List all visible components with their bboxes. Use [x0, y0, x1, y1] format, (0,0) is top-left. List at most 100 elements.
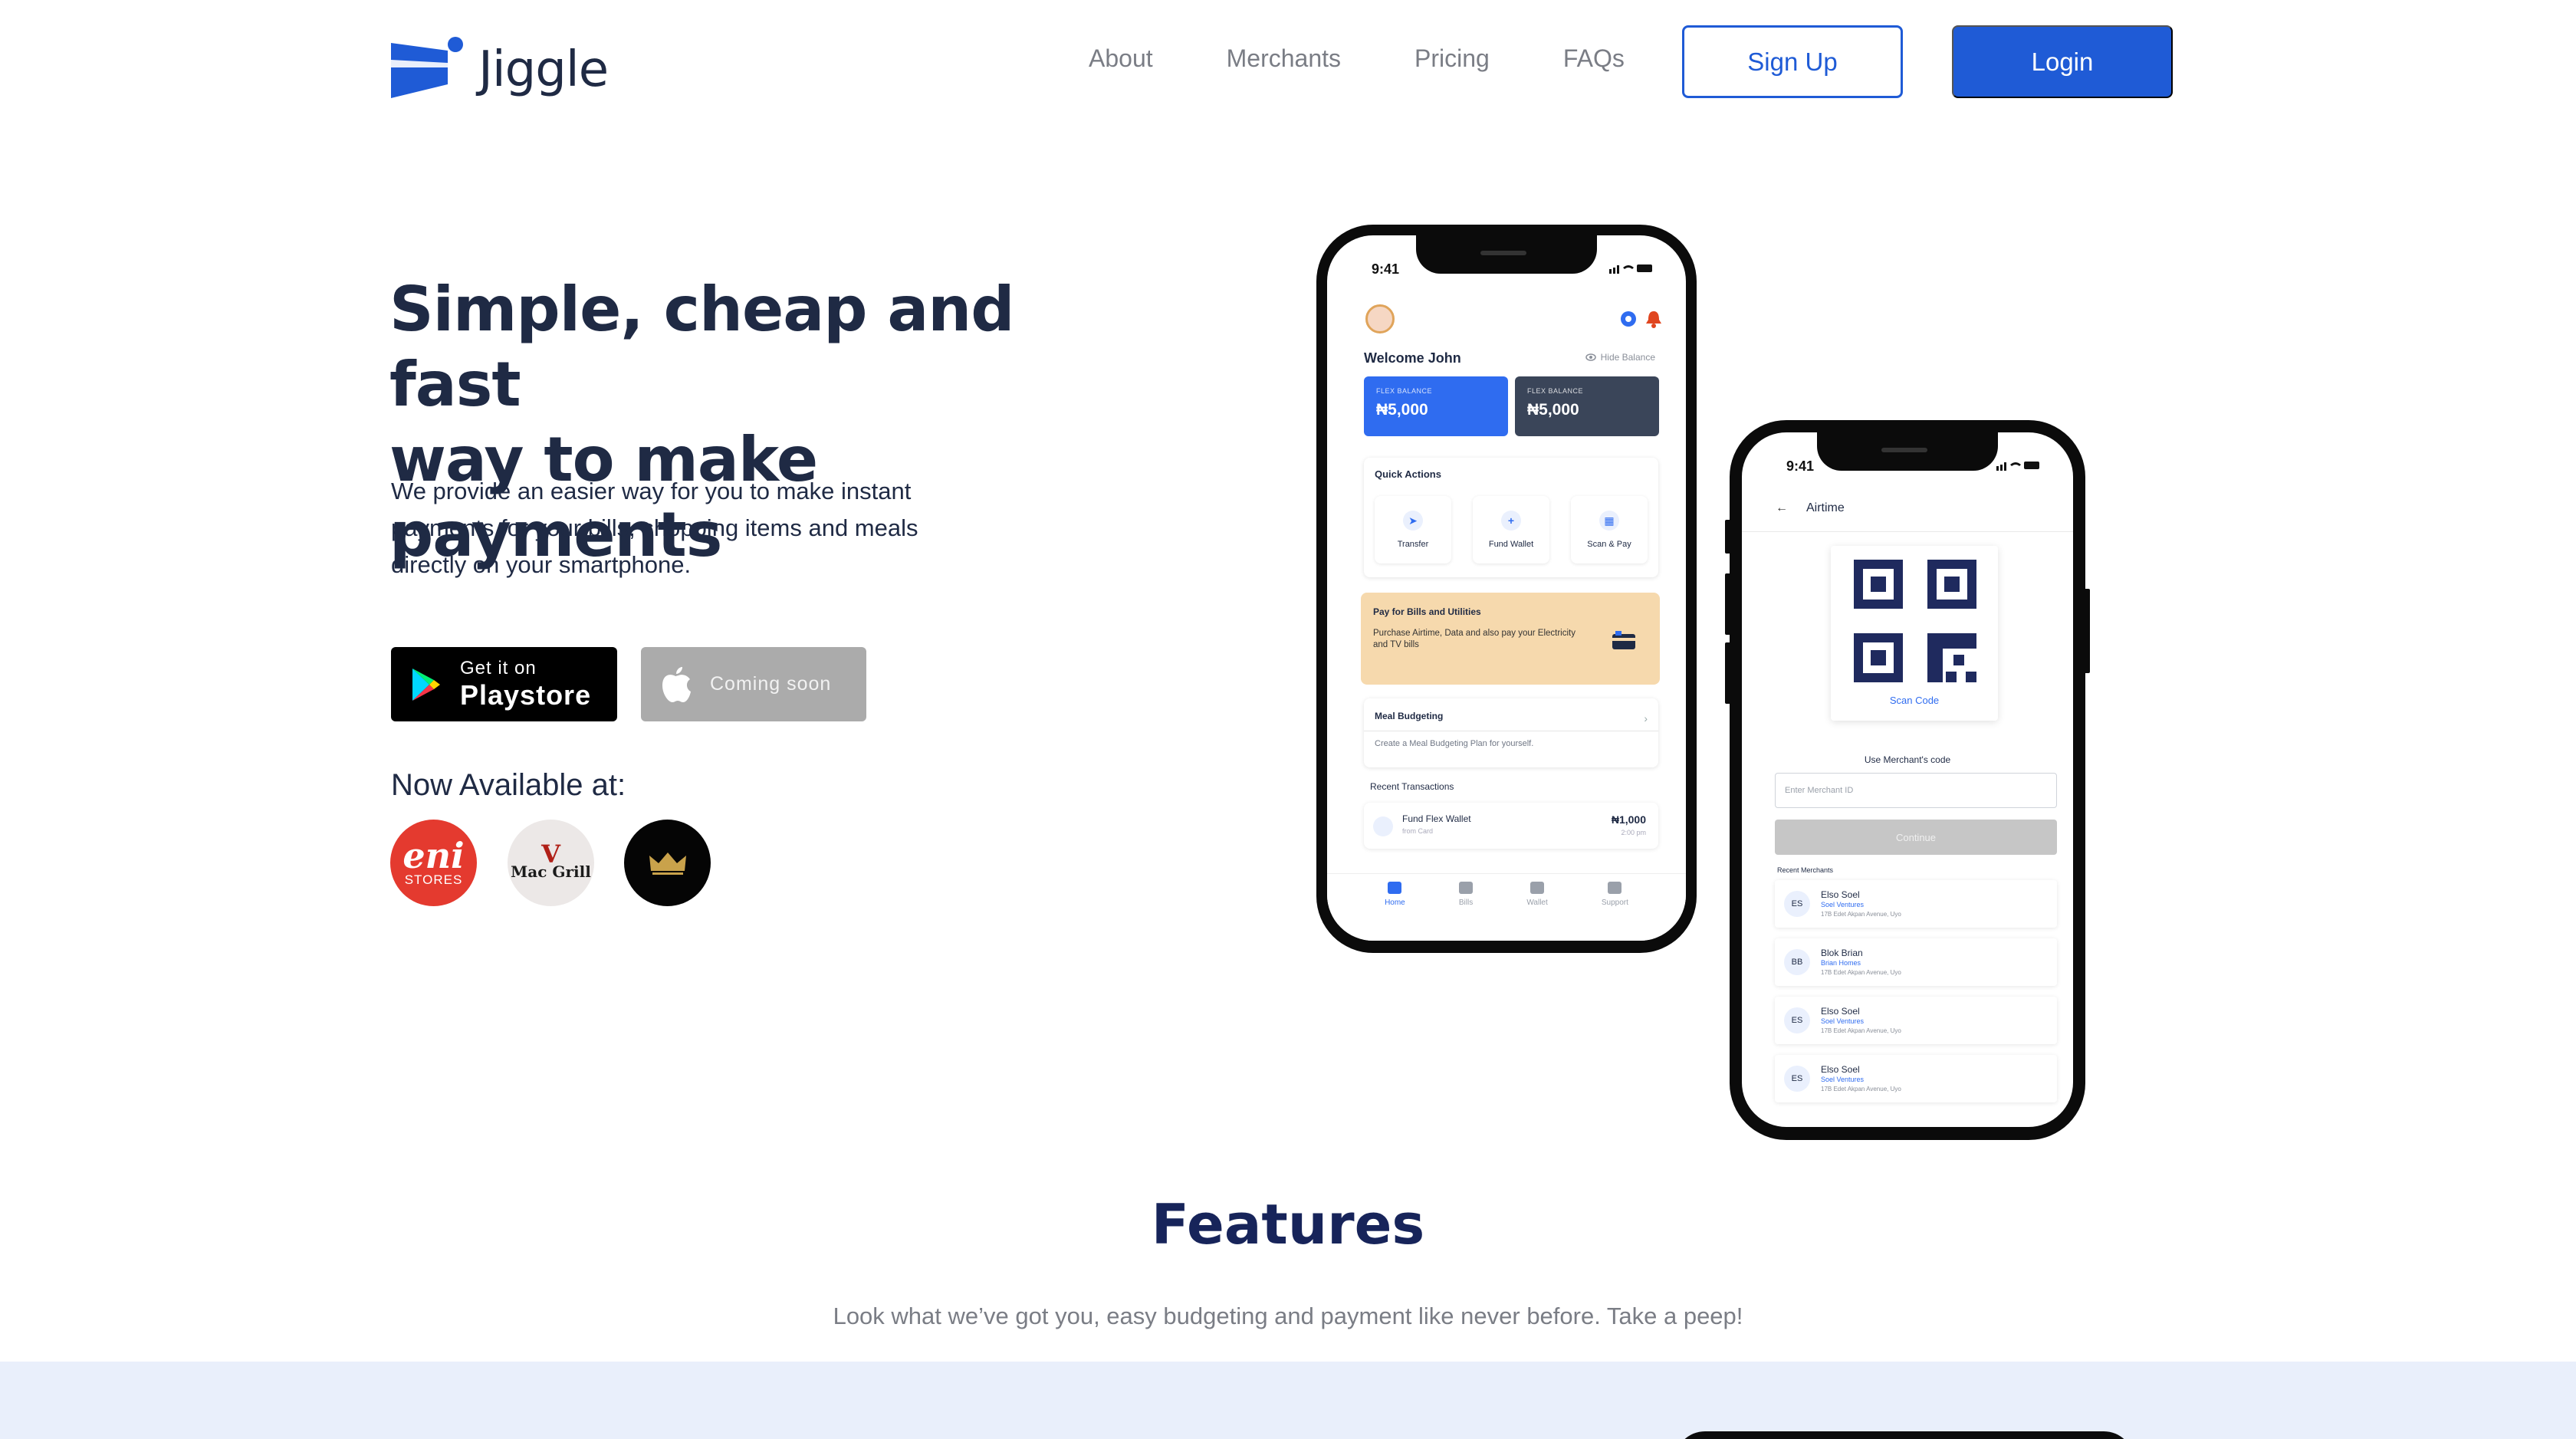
- send-icon: ➤: [1403, 511, 1423, 531]
- nav-pricing[interactable]: Pricing: [1414, 44, 1490, 73]
- flex-balance-card-secondary[interactable]: FLEX BALANCE ₦5,000: [1515, 376, 1659, 436]
- bills-description: Purchase Airtime, Data and also pay your…: [1373, 629, 1576, 649]
- merchant-eni-stores-logo[interactable]: eni STORES: [390, 820, 477, 906]
- phone-airtime-screen: 9:41 ← Airtime Scan Code Use Merchant's …: [1742, 432, 2073, 1127]
- card-amount: ₦5,000: [1376, 401, 1428, 419]
- qr-code-icon: ▦: [1599, 511, 1619, 531]
- hero-subtitle-line2: payments for your bills, shopping items …: [391, 514, 918, 541]
- fund-wallet-label: Fund Wallet: [1488, 540, 1534, 549]
- recent-merchant-row[interactable]: ES Elso Soel Soel Ventures 17B Edet Akpa…: [1775, 997, 2057, 1044]
- status-time: 9:41: [1372, 261, 1400, 277]
- transaction-source: from Card: [1402, 827, 1434, 835]
- playstore-button[interactable]: Get it on Playstore: [391, 647, 617, 721]
- tab-home[interactable]: Home: [1385, 882, 1405, 941]
- appstore-button[interactable]: Coming soon: [641, 647, 866, 721]
- eni-logo-subtext: STORES: [404, 872, 463, 887]
- mac-grill-word-b: Grill: [552, 862, 591, 881]
- eye-icon: [1585, 353, 1596, 361]
- user-avatar[interactable]: [1365, 304, 1395, 333]
- support-icon: [1608, 882, 1622, 894]
- jiggle-logo[interactable]: Jiggle: [391, 37, 609, 103]
- continue-button[interactable]: Continue: [1775, 820, 2057, 855]
- recent-merchants-title: Recent Merchants: [1777, 866, 1834, 874]
- hero-title-line1: Simple, cheap and fast: [389, 274, 1015, 420]
- chevron-right-icon: ›: [1644, 712, 1648, 724]
- meal-budgeting-title: Meal Budgeting: [1375, 711, 1444, 721]
- phone-airtime-mockup: 9:41 ← Airtime Scan Code Use Merchant's …: [1725, 420, 2090, 1140]
- card-label: FLEX BALANCE: [1527, 387, 1584, 395]
- coming-soon-label: Coming soon: [710, 673, 832, 695]
- tab-support-label: Support: [1601, 899, 1628, 907]
- phone-side-button: [1725, 573, 1731, 635]
- merchant-address: 17B Edet Akpan Avenue, Uyo: [1821, 1086, 1901, 1092]
- merchant-id-input[interactable]: Enter Merchant ID: [1775, 773, 2057, 808]
- hide-balance-toggle[interactable]: Hide Balance: [1585, 352, 1655, 363]
- hero-subtitle: We provide an easier way for you to make…: [391, 473, 997, 583]
- gear-icon[interactable]: [1618, 309, 1638, 329]
- wallet-icon: [1373, 816, 1393, 836]
- nav-about[interactable]: About: [1089, 44, 1153, 73]
- scan-code-card[interactable]: Scan Code: [1831, 546, 1998, 721]
- nav-faqs[interactable]: FAQs: [1563, 44, 1625, 73]
- wallet-tab-icon: [1530, 882, 1545, 894]
- merchant-name: Blok Brian: [1821, 948, 1863, 958]
- meal-budgeting-card[interactable]: Meal Budgeting › Create a Meal Budgeting…: [1364, 698, 1658, 767]
- use-merchant-code-text: Use Merchant's code: [1864, 754, 1951, 765]
- nav-merchants[interactable]: Merchants: [1227, 44, 1341, 73]
- back-arrow-icon[interactable]: ←: [1776, 501, 1788, 515]
- bills-utilities-card[interactable]: Pay for Bills and Utilities Purchase Air…: [1361, 593, 1660, 685]
- merchant-mac-grill-logo[interactable]: V Mac Grill: [508, 820, 594, 906]
- phone-notch: [1817, 432, 1998, 471]
- merchant-business: Soel Ventures: [1821, 901, 1865, 908]
- apple-icon: [662, 666, 691, 702]
- transaction-row[interactable]: Fund Flex Wallet from Card ₦1,000 2:00 p…: [1364, 803, 1658, 849]
- tab-wallet[interactable]: Wallet: [1526, 882, 1548, 941]
- features-phone-top: [1674, 1431, 2134, 1439]
- transfer-label: Transfer: [1397, 540, 1429, 549]
- login-button[interactable]: Login: [1952, 25, 2173, 98]
- recent-transactions-title: Recent Transactions: [1370, 781, 1454, 792]
- transaction-amount: ₦1,000: [1611, 813, 1646, 826]
- features-section-band: [0, 1362, 2576, 1439]
- flex-balance-card[interactable]: FLEX BALANCE ₦5,000: [1364, 376, 1508, 436]
- recent-merchant-row[interactable]: ES Elso Soel Soel Ventures 17B Edet Akpa…: [1775, 880, 2057, 928]
- features-subtitle: Look what we’ve got you, easy budgeting …: [833, 1303, 1743, 1329]
- phone-side-button: [1725, 642, 1731, 704]
- scan-pay-action[interactable]: ▦ Scan & Pay: [1571, 496, 1648, 563]
- home-icon: [1388, 882, 1402, 894]
- hero-subtitle-line1: We provide an easier way for you to make…: [391, 478, 912, 504]
- merchant-business: Brian Homes: [1821, 959, 1861, 967]
- merchant-address: 17B Edet Akpan Avenue, Uyo: [1821, 911, 1901, 918]
- google-play-icon: [412, 668, 440, 701]
- tab-support[interactable]: Support: [1602, 882, 1628, 941]
- bill-card-icon: [1612, 631, 1635, 649]
- status-time: 9:41: [1786, 458, 1815, 474]
- logo-text: Jiggle: [478, 41, 609, 98]
- welcome-text: Welcome John: [1364, 350, 1461, 366]
- merchant-avatar: ES: [1784, 1066, 1810, 1092]
- tab-bills[interactable]: Bills: [1459, 882, 1473, 941]
- merchant-business: Soel Ventures: [1821, 1076, 1865, 1083]
- merchant-address: 17B Edet Akpan Avenue, Uyo: [1821, 1027, 1901, 1034]
- nav-links: About Merchants Pricing FAQs: [1089, 44, 1698, 73]
- plus-icon: +: [1501, 511, 1521, 531]
- status-bar-icons: [1609, 264, 1652, 274]
- recent-merchant-row[interactable]: BB Blok Brian Brian Homes 17B Edet Akpan…: [1775, 938, 2057, 986]
- transfer-action[interactable]: ➤ Transfer: [1375, 496, 1451, 563]
- tab-wallet-label: Wallet: [1526, 899, 1548, 907]
- merchant-business: Soel Ventures: [1821, 1017, 1865, 1025]
- bills-title: Pay for Bills and Utilities: [1373, 606, 1481, 617]
- playstore-texts: Get it on Playstore: [460, 658, 591, 711]
- signup-button[interactable]: Sign Up: [1682, 25, 1903, 98]
- phone-home-screen: 9:41 Welcome John Hide Balance FLEX BALA…: [1327, 235, 1686, 941]
- merchant-name: Elso Soel: [1821, 889, 1860, 900]
- tab-bills-label: Bills: [1458, 899, 1474, 907]
- hero-subtitle-line3: directly on your smartphone.: [391, 551, 692, 578]
- bell-icon[interactable]: [1644, 309, 1663, 329]
- fund-wallet-action[interactable]: + Fund Wallet: [1473, 496, 1549, 563]
- merchant-crown-logo[interactable]: [624, 820, 711, 906]
- recent-merchant-row[interactable]: ES Elso Soel Soel Ventures 17B Edet Akpa…: [1775, 1055, 2057, 1102]
- transaction-name: Fund Flex Wallet: [1402, 813, 1471, 824]
- merchant-name: Elso Soel: [1821, 1006, 1860, 1017]
- quick-actions-panel: Quick Actions ➤ Transfer + Fund Wallet ▦…: [1364, 458, 1658, 577]
